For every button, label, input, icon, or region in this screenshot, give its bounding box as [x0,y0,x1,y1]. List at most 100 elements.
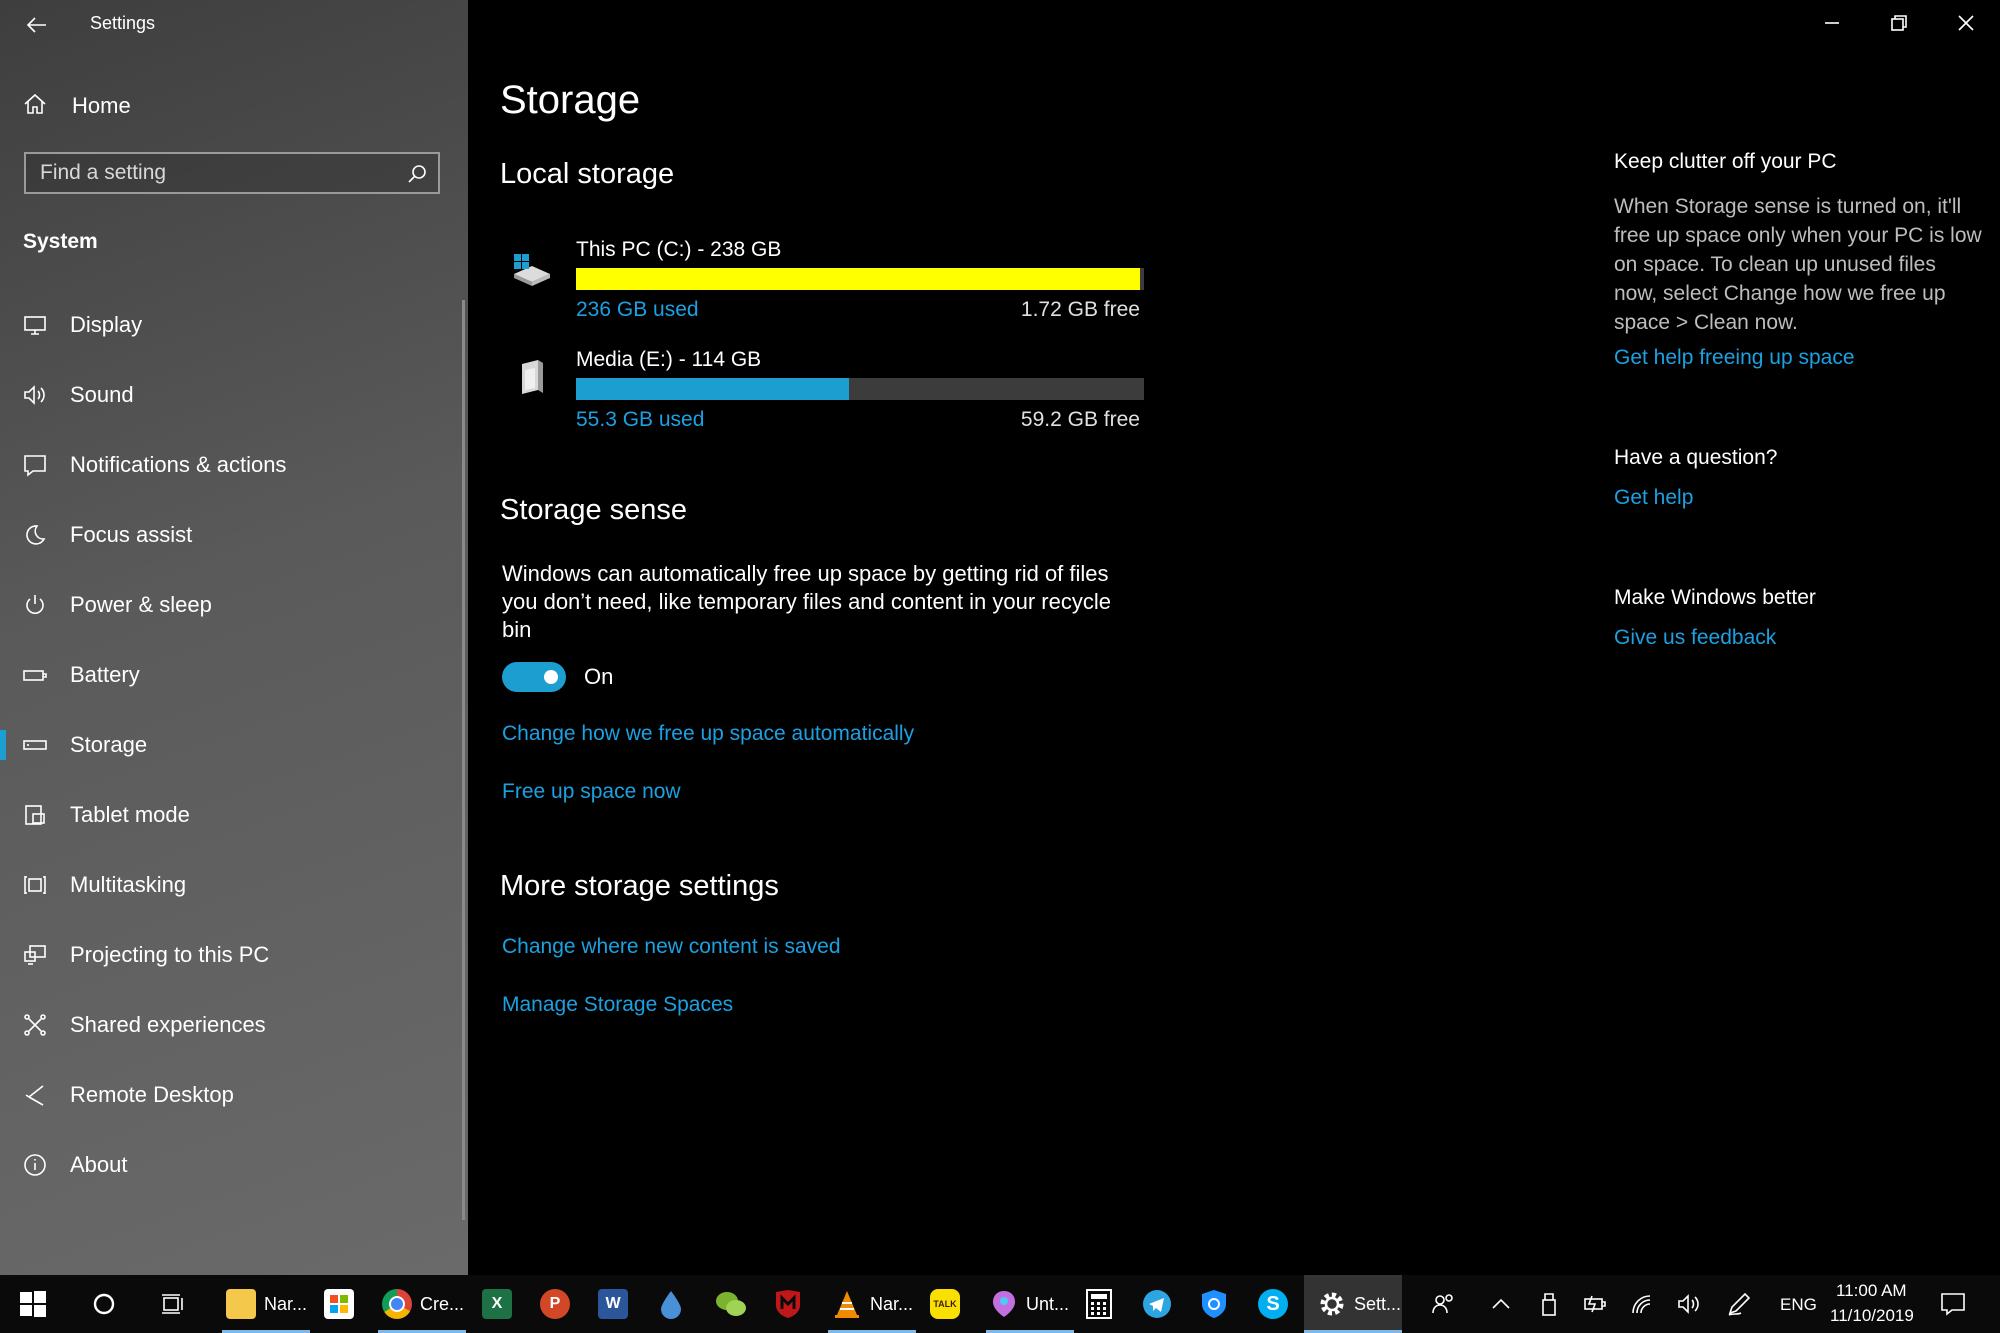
free-space: 59.2 GB free [1020,408,1140,431]
volume-icon [1678,1294,1699,1314]
used-space: 55.3 GB used [576,408,705,431]
taskbar-app-skype[interactable]: S [1258,1275,1288,1333]
cortana-circle-icon [93,1293,115,1315]
usage-bar-fill [576,378,849,400]
toggle-state-label: On [584,664,614,689]
taskbar-app-label: Sett... [1354,1293,1402,1314]
sidebar-item-focus-assist[interactable]: Focus assist [0,500,462,570]
taskbar-app-mcafee[interactable] [774,1275,802,1333]
minimize-button[interactable] [1812,8,1852,38]
sidebar-item-display[interactable]: Display [0,290,462,360]
settings-gear-icon [1320,1292,1344,1316]
sidebar-item-shared-experiences[interactable]: Shared experiences [0,990,462,1060]
tablet-icon [22,802,48,828]
home-icon [22,91,48,122]
language-indicator[interactable]: ENG [1780,1295,1817,1315]
clutter-heading: Keep clutter off your PC [1614,150,1837,173]
storage-sense-toggle[interactable] [502,662,566,692]
section-system: System [23,230,98,253]
restore-button[interactable] [1879,8,1919,38]
taskbar-app-store[interactable] [324,1275,354,1333]
nav-home[interactable]: Home [22,88,131,124]
battery-tray-button[interactable] [1582,1275,1608,1333]
sidebar-item-projecting[interactable]: Projecting to this PC [0,920,462,990]
close-button[interactable] [1946,8,1986,38]
sidebar-item-label: Power & sleep [70,592,212,617]
taskbar-app-chrome[interactable]: Cre... [378,1275,466,1333]
volume-tray-button[interactable] [1676,1275,1704,1333]
taskbar-app-kakaotalk[interactable]: TALK [930,1275,960,1333]
taskbar-app-drop[interactable] [658,1275,684,1333]
taskbar-app-powerpoint[interactable]: P [540,1275,570,1333]
search-input[interactable]: Find a setting [24,152,440,194]
projecting-icon [22,942,48,968]
usb-tray-button[interactable] [1538,1275,1560,1333]
cortana-button[interactable] [92,1275,116,1333]
start-button[interactable] [20,1275,46,1333]
taskbar-app-vlc[interactable]: Nar... [828,1275,916,1333]
taskbar-app-label: Nar... [264,1293,308,1314]
taskbar-app-defender[interactable] [1200,1275,1228,1333]
taskbar-app-file-explorer[interactable]: Nar... [222,1275,310,1333]
taskbar-app-calculator[interactable] [1086,1275,1112,1333]
taskbar-app-excel[interactable]: X [482,1275,512,1333]
search-icon[interactable] [406,163,428,191]
free-up-now-link[interactable]: Free up space now [502,780,681,804]
battery-charging-icon [1584,1295,1606,1313]
sidebar-scrollbar[interactable] [462,300,465,1220]
show-hidden-icons-button[interactable] [1490,1275,1512,1333]
wifi-tray-button[interactable] [1630,1275,1656,1333]
task-view-button[interactable] [160,1275,186,1333]
sidebar-item-label: Notifications & actions [70,452,287,477]
taskbar-app-wechat[interactable] [714,1275,748,1333]
sidebar-item-storage[interactable]: Storage [0,710,462,780]
drive-e[interactable]: Media (E:) - 114 GB 55.3 GB used 59.2 GB… [510,348,1144,438]
sidebar-item-notifications[interactable]: Notifications & actions [0,430,462,500]
drive-name: This PC (C:) - 238 GB [576,238,782,261]
moon-icon [22,522,48,548]
drive-c[interactable]: This PC (C:) - 238 GB 236 GB used 1.72 G… [510,238,1144,328]
sidebar-item-power-sleep[interactable]: Power & sleep [0,570,462,640]
sidebar-item-label: Display [70,312,143,337]
taskbar-app-paint3d[interactable]: Unt... [986,1275,1074,1333]
question-heading: Have a question? [1614,446,1778,469]
help-freeing-link[interactable]: Get help freeing up space [1614,346,1855,370]
storage-sense-description: Windows can automatically free up space … [502,561,1111,642]
notification-icon [22,452,48,478]
sidebar-item-label: Focus assist [70,522,193,547]
manage-storage-spaces-link[interactable]: Manage Storage Spaces [502,993,733,1017]
excel-icon: X [482,1289,512,1319]
shared-icon [22,1012,48,1038]
change-content-location-link[interactable]: Change where new content is saved [502,935,841,959]
skype-icon: S [1258,1289,1288,1319]
external-drive-icon [510,356,554,400]
people-button[interactable] [1430,1275,1456,1333]
sidebar-item-label: Storage [70,732,148,757]
get-help-link[interactable]: Get help [1614,486,1693,510]
back-arrow-icon[interactable] [22,10,52,40]
action-center-button[interactable] [1940,1275,1966,1333]
taskbar-app-label: Unt... [1026,1293,1070,1314]
monitor-icon [22,312,48,338]
clock-date[interactable]: 11/10/2019 [1830,1306,1914,1326]
taskbar-app-word[interactable]: W [598,1275,628,1333]
sidebar-item-multitasking[interactable]: Multitasking [0,850,462,920]
window-title: Settings [90,13,156,33]
give-feedback-link[interactable]: Give us feedback [1614,626,1776,650]
clock-time[interactable]: 11:00 AM [1836,1281,1907,1301]
sidebar-item-battery[interactable]: Battery [0,640,462,710]
sidebar-item-tablet-mode[interactable]: Tablet mode [0,780,462,850]
nav-list: Display Sound Notifications & actions Fo… [0,290,462,1200]
taskbar-app-telegram[interactable] [1142,1275,1172,1333]
telegram-icon [1143,1290,1171,1318]
clutter-text: When Storage sense is turned on, it'll f… [1614,195,1982,334]
sidebar-item-sound[interactable]: Sound [0,360,462,430]
pen-tray-button[interactable] [1726,1275,1754,1333]
sidebar-item-remote-desktop[interactable]: Remote Desktop [0,1060,462,1130]
sidebar-item-label: Multitasking [70,872,187,897]
sidebar-item-about[interactable]: About [0,1130,462,1200]
change-free-up-link[interactable]: Change how we free up space automaticall… [502,722,914,746]
free-space: 1.72 GB free [1020,298,1140,321]
usage-bar [576,378,1144,400]
taskbar-app-settings[interactable]: Sett... [1304,1275,1402,1333]
